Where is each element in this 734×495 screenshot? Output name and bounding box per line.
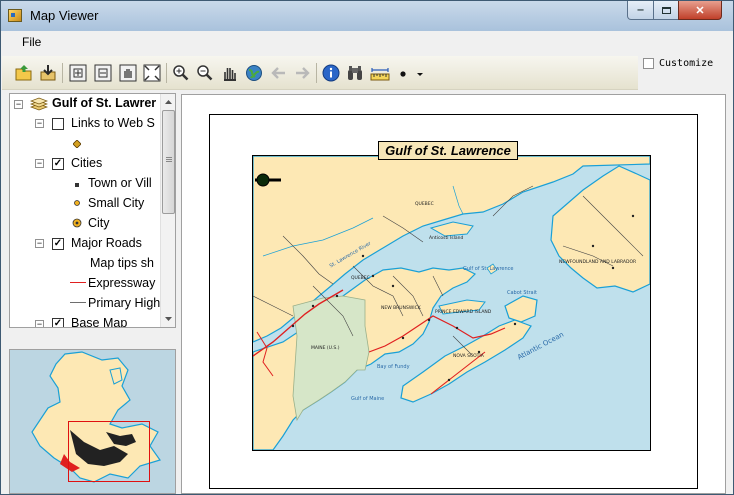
- menu-bar: File: [2, 31, 732, 53]
- dropdown-arrow-icon[interactable]: [415, 64, 425, 82]
- map-canvas: [253, 156, 650, 450]
- toolbar-separator: [166, 63, 167, 83]
- zoom-in-fixed-icon[interactable]: [69, 64, 87, 82]
- layers-icon: [30, 97, 48, 111]
- link-diamond-icon: [73, 140, 81, 148]
- open-icon[interactable]: [15, 64, 33, 82]
- highway-line-symbol: [70, 302, 86, 303]
- legend-city: City: [88, 216, 110, 230]
- scrollbar-thumb[interactable]: [162, 110, 175, 214]
- layout-page: QUEBEC QUEBEC NEW BRUNSWICK PRINCE EDWAR…: [209, 114, 698, 489]
- checkbox-basemap-layer[interactable]: ✓: [52, 318, 64, 327]
- close-icon: ✕: [695, 4, 705, 17]
- checkbox-roads-layer[interactable]: ✓: [52, 238, 64, 250]
- label-cabot-strait: Cabot Strait: [507, 290, 537, 296]
- legend-maptips: Map tips sh: [90, 256, 154, 270]
- minimize-icon: ‒: [637, 4, 644, 16]
- maximize-button[interactable]: [653, 1, 679, 20]
- window-title: Map Viewer: [30, 8, 99, 23]
- zoom-out-fixed-icon[interactable]: [94, 64, 112, 82]
- zoom-out-icon[interactable]: [196, 64, 214, 82]
- label-pei: PRINCE EDWARD ISLAND: [435, 310, 492, 315]
- expander-links[interactable]: −: [35, 119, 44, 128]
- full-extent-icon[interactable]: [143, 64, 161, 82]
- toc-layer-roads[interactable]: Major Roads: [71, 236, 142, 250]
- pan-fixed-icon[interactable]: [119, 64, 137, 82]
- zoom-in-icon[interactable]: [172, 64, 190, 82]
- info-icon[interactable]: [322, 64, 340, 82]
- expander-cities[interactable]: −: [35, 159, 44, 168]
- maximize-icon: [661, 6, 671, 14]
- legend-expressway: Expressway: [88, 276, 156, 290]
- scroll-down-icon[interactable]: [161, 311, 176, 327]
- toc-layer-basemap[interactable]: Base Map: [71, 316, 127, 327]
- toc-root-label[interactable]: Gulf of St. Lawrer: [52, 96, 156, 110]
- expander-basemap[interactable]: −: [35, 320, 44, 327]
- scroll-up-icon[interactable]: [161, 94, 176, 110]
- toc-scrollbar[interactable]: [160, 94, 176, 327]
- forward-arrow-icon[interactable]: [293, 64, 311, 82]
- label-quebec-north: QUEBEC: [415, 202, 434, 207]
- overview-map[interactable]: [9, 349, 176, 494]
- toc-layer-links[interactable]: Links to Web S: [71, 116, 155, 130]
- pan-icon[interactable]: [220, 64, 238, 82]
- label-nova-scotia: NOVA SCOTIA: [453, 354, 484, 359]
- city-symbol-icon: [72, 218, 82, 228]
- town-symbol-icon: [75, 183, 79, 187]
- label-gulf-of-maine: Gulf of Maine: [351, 396, 385, 402]
- map-viewer-window: Map Viewer ‒ ✕ File Customize − Gulf of …: [0, 0, 734, 495]
- label-quebec-south: QUEBEC: [351, 276, 370, 281]
- close-button[interactable]: ✕: [678, 1, 722, 20]
- small-city-symbol-icon: [74, 200, 80, 206]
- map-frame[interactable]: QUEBEC QUEBEC NEW BRUNSWICK PRINCE EDWAR…: [252, 155, 651, 451]
- map-title[interactable]: Gulf of St. Lawrence: [378, 141, 518, 160]
- back-arrow-icon[interactable]: [270, 64, 288, 82]
- toc-layer-cities[interactable]: Cities: [71, 156, 102, 170]
- add-data-icon[interactable]: [39, 64, 57, 82]
- customize-label: Customize: [659, 58, 714, 69]
- label-gulf-water: Gulf of St. Lawrence: [463, 266, 514, 272]
- checkbox-cities-layer[interactable]: ✓: [52, 158, 64, 170]
- binoculars-icon[interactable]: [346, 64, 364, 82]
- customize-checkbox-box[interactable]: [643, 58, 654, 69]
- layout-view[interactable]: QUEBEC QUEBEC NEW BRUNSWICK PRINCE EDWAR…: [181, 94, 726, 494]
- expressway-line-symbol: [70, 282, 86, 283]
- expander-roads[interactable]: −: [35, 239, 44, 248]
- toolbar-separator: [316, 63, 317, 83]
- measure-icon[interactable]: [370, 64, 390, 82]
- point-icon[interactable]: [395, 64, 413, 82]
- overview-extent-box[interactable]: [68, 421, 150, 482]
- label-newfoundland: NEWFOUNDLAND AND LABRADOR: [559, 260, 637, 265]
- globe-icon[interactable]: [245, 64, 263, 82]
- toolbar: [2, 56, 638, 90]
- label-bay-of-fundy: Bay of Fundy: [377, 364, 410, 370]
- toolbar-separator: [62, 63, 63, 83]
- table-of-contents: − Gulf of St. Lawrer − Links to Web S − …: [9, 93, 176, 328]
- menu-file[interactable]: File: [22, 35, 41, 49]
- legend-small-city: Small City: [88, 196, 145, 210]
- minimize-button[interactable]: ‒: [627, 1, 654, 20]
- legend-primary-highway: Primary High: [88, 296, 161, 310]
- label-anticosti: Anticosti Island: [429, 236, 464, 241]
- checkbox-links-layer[interactable]: [52, 118, 64, 130]
- title-bar: Map Viewer ‒ ✕: [1, 1, 733, 31]
- expander-root[interactable]: −: [14, 100, 23, 109]
- legend-town: Town or Vill: [88, 176, 152, 190]
- label-maine: MAINE (U.S.): [311, 346, 340, 351]
- app-icon: [8, 9, 22, 22]
- customize-checkbox[interactable]: Customize: [643, 58, 713, 69]
- label-new-brunswick: NEW BRUNSWICK: [381, 306, 421, 311]
